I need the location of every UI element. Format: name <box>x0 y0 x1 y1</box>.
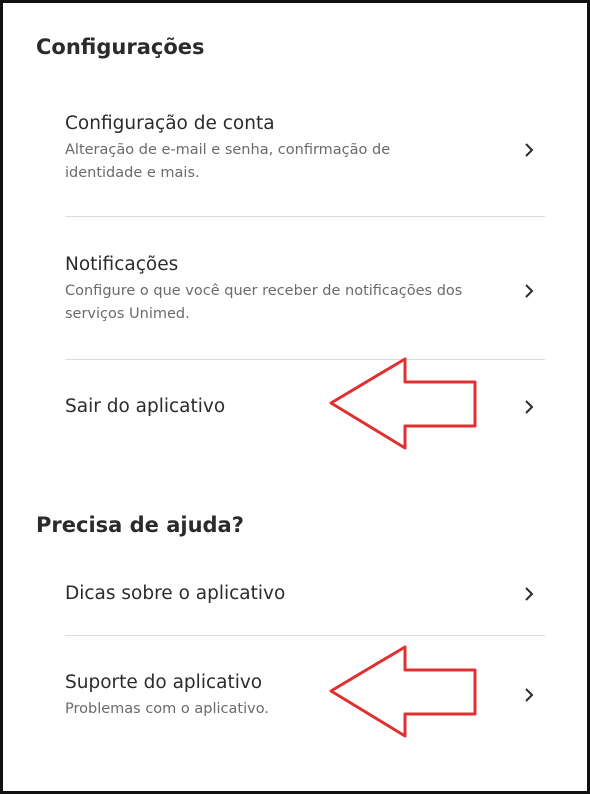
chevron-right-icon <box>521 586 537 602</box>
account-settings-description: Alteração de e-mail e senha, confirmação… <box>65 142 391 181</box>
notifications-title: Notificações <box>65 254 179 275</box>
settings-section-title: Configurações <box>36 35 205 59</box>
chevron-right-icon <box>521 142 537 158</box>
account-settings-item[interactable]: Configuração de conta Alteração de e-mai… <box>65 111 545 191</box>
divider <box>65 635 545 636</box>
annotation-arrow-icon <box>329 645 477 738</box>
help-section-title: Precisa de ajuda? <box>36 513 244 537</box>
notifications-description: Configure o que você quer receber de not… <box>65 283 463 322</box>
chevron-right-icon <box>521 399 537 415</box>
app-tips-title: Dicas sobre o aplicativo <box>65 583 286 604</box>
settings-screen: Configurações Configuração de conta Alte… <box>0 0 590 794</box>
app-tips-item[interactable]: Dicas sobre o aplicativo <box>65 581 545 611</box>
account-settings-title: Configuração de conta <box>65 113 275 134</box>
annotation-arrow-icon <box>329 357 477 450</box>
notifications-item[interactable]: Notificações Configure o que você quer r… <box>65 252 545 332</box>
divider <box>65 216 545 217</box>
chevron-right-icon <box>521 283 537 299</box>
chevron-right-icon <box>521 687 537 703</box>
